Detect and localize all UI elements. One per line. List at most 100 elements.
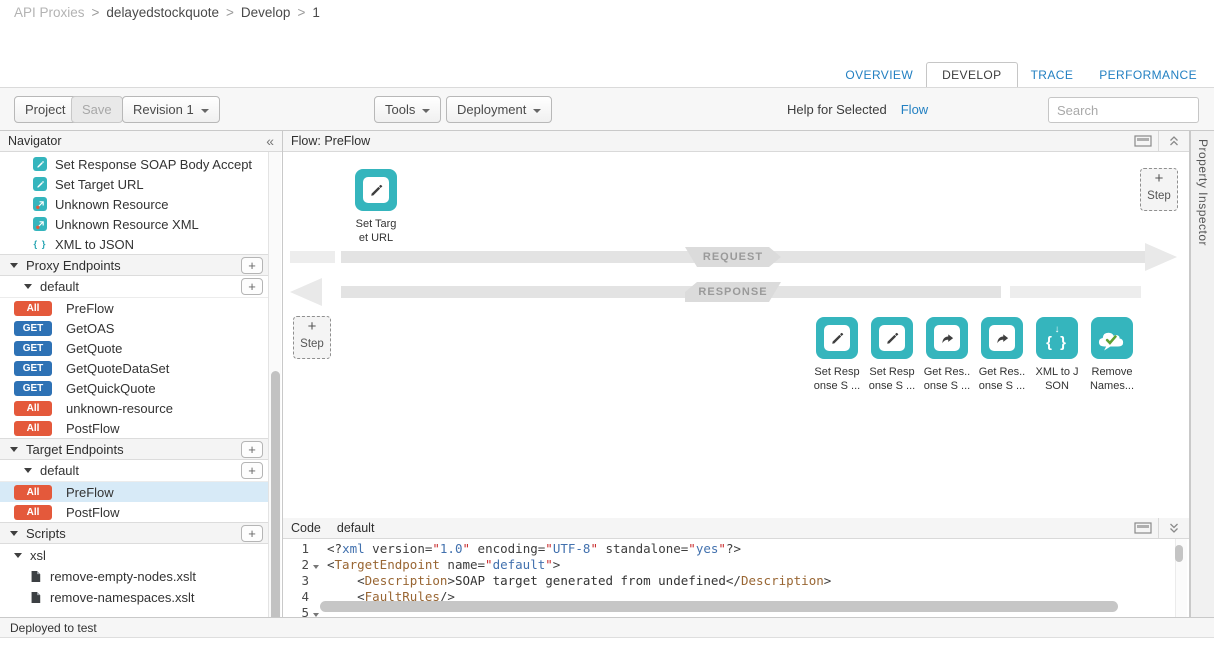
- revision-menu-button[interactable]: Revision 1: [122, 96, 220, 123]
- navigator-header: Navigator «: [0, 131, 282, 152]
- flow-item-getoas[interactable]: GETGetOAS: [0, 318, 269, 338]
- split-view-icon[interactable]: [1128, 518, 1158, 538]
- disclosure-triangle-icon[interactable]: [24, 468, 32, 473]
- code-fold-icon[interactable]: [313, 565, 319, 569]
- split-view-icon[interactable]: [1128, 131, 1158, 151]
- method-badge: GET: [14, 341, 52, 356]
- policy-step-xmltojson[interactable]: ↓{ }XML to JSON: [1027, 317, 1087, 393]
- deployment-label: Deployment: [457, 102, 526, 117]
- breadcrumb-item[interactable]: 1: [312, 5, 320, 20]
- code-vertical-scrollbar[interactable]: [1175, 539, 1187, 617]
- target-endpoints-group[interactable]: default+: [0, 460, 269, 482]
- breadcrumb-separator: >: [226, 5, 234, 20]
- add-flow-button[interactable]: +: [241, 462, 263, 479]
- xmljson-icon[interactable]: ↓{ }: [1036, 317, 1078, 359]
- navigator-policy-item[interactable]: Unknown Resource: [0, 194, 269, 214]
- section-target-endpoints[interactable]: Target Endpoints+: [0, 438, 269, 460]
- policy-step-setresponses[interactable]: Set Response S ...: [807, 317, 867, 393]
- navigator-policy-item[interactable]: Set Response SOAP Body Accept: [0, 154, 269, 174]
- help-flow-link[interactable]: Flow: [901, 102, 928, 117]
- forward-icon[interactable]: [926, 317, 968, 359]
- breadcrumb-item[interactable]: Develop: [241, 5, 291, 20]
- policy-step-removenames[interactable]: RemoveNames...: [1082, 317, 1142, 393]
- policy-step-settargeturl[interactable]: Set Target URL: [346, 169, 406, 245]
- tab-bar: OVERVIEWDEVELOPTRACEPERFORMANCE: [832, 62, 1210, 88]
- navigator-scrollbar[interactable]: [268, 152, 281, 617]
- flow-item-postflow[interactable]: AllPostFlow: [0, 418, 269, 438]
- request-track-start: [290, 251, 335, 263]
- disclosure-triangle-icon[interactable]: [10, 531, 18, 536]
- save-button[interactable]: Save: [71, 96, 123, 123]
- scrollbar-thumb[interactable]: [320, 601, 1118, 612]
- tools-menu-button[interactable]: Tools: [374, 96, 441, 123]
- add-proxy-endpoints-button[interactable]: +: [241, 257, 263, 274]
- toolbar: Project Save Revision 1 Tools Deployment…: [0, 87, 1214, 131]
- navigator-policy-item[interactable]: Set Target URL: [0, 174, 269, 194]
- policy-step-setresponses[interactable]: Set Response S ...: [862, 317, 922, 393]
- code-file-tab[interactable]: default: [321, 521, 375, 535]
- scripts-group-xsl[interactable]: xsl: [0, 544, 269, 566]
- flow-panel: Flow: PreFlow REQUEST RESPONSE +: [283, 131, 1190, 617]
- tools-label: Tools: [385, 102, 415, 117]
- flow-item-preflow[interactable]: AllPreFlow: [0, 298, 269, 318]
- flow-item-postflow[interactable]: AllPostFlow: [0, 502, 269, 522]
- breadcrumb-root[interactable]: API Proxies: [14, 5, 85, 20]
- code-horizontal-scrollbar[interactable]: [320, 601, 1134, 612]
- disclosure-triangle-icon[interactable]: [24, 284, 32, 289]
- navigator-policy-item[interactable]: Unknown Resource XML: [0, 214, 269, 234]
- tab-develop[interactable]: DEVELOP: [926, 62, 1018, 88]
- add-step-button-request[interactable]: + Step: [1140, 168, 1178, 211]
- tab-overview[interactable]: OVERVIEW: [832, 63, 926, 88]
- method-badge: GET: [14, 361, 52, 376]
- script-file-item[interactable]: remove-namespaces.xslt: [0, 587, 269, 608]
- code-panel-title: Code: [283, 521, 321, 535]
- disclosure-triangle-icon[interactable]: [10, 263, 18, 268]
- chevron-down-icon: [422, 109, 430, 113]
- deployment-menu-button[interactable]: Deployment: [446, 96, 552, 123]
- breadcrumb: API Proxies>delayedstockquote>Develop>1: [14, 5, 320, 20]
- disclosure-triangle-icon[interactable]: [14, 553, 22, 558]
- revision-label: Revision 1: [133, 102, 194, 117]
- search-input[interactable]: [1048, 97, 1199, 123]
- pencil-icon[interactable]: [355, 169, 397, 211]
- response-ribbon: RESPONSE: [685, 282, 781, 302]
- pencil-icon[interactable]: [871, 317, 913, 359]
- plus-icon: +: [1141, 169, 1177, 189]
- flow-item-getquickquote[interactable]: GETGetQuickQuote: [0, 378, 269, 398]
- project-menu-label: Project: [25, 102, 65, 117]
- flow-title: Flow: PreFlow: [283, 134, 370, 148]
- tab-trace[interactable]: TRACE: [1018, 63, 1087, 88]
- scrollbar-thumb[interactable]: [271, 371, 280, 631]
- section-scripts[interactable]: Scripts+: [0, 522, 269, 544]
- code-editor[interactable]: 12345 <?xml version="1.0" encoding="UTF-…: [283, 539, 1189, 617]
- section-proxy-endpoints[interactable]: Proxy Endpoints+: [0, 254, 269, 276]
- policy-step-getresonses[interactable]: Get Res..onse S ...: [972, 317, 1032, 393]
- collapse-navigator-icon[interactable]: «: [266, 133, 274, 149]
- add-script-button[interactable]: +: [241, 525, 263, 542]
- collapse-down-icon[interactable]: [1159, 518, 1189, 538]
- pencil-icon[interactable]: [816, 317, 858, 359]
- flow-canvas[interactable]: REQUEST RESPONSE + Step + Step Set Targe…: [283, 152, 1189, 518]
- add-target-endpoints-button[interactable]: +: [241, 441, 263, 458]
- breadcrumb-item[interactable]: delayedstockquote: [106, 5, 219, 20]
- cloudcheck-icon[interactable]: [1091, 317, 1133, 359]
- collapse-up-icon[interactable]: [1159, 131, 1189, 151]
- add-step-button-response[interactable]: + Step: [293, 316, 331, 359]
- add-flow-button[interactable]: +: [241, 278, 263, 295]
- flow-item-getquotedataset[interactable]: GETGetQuoteDataSet: [0, 358, 269, 378]
- navigator-policy-item[interactable]: { }XML to JSON: [0, 234, 269, 254]
- flow-item-getquote[interactable]: GETGetQuote: [0, 338, 269, 358]
- script-file-item[interactable]: remove-empty-nodes.xslt: [0, 566, 269, 587]
- property-inspector-strip[interactable]: Property Inspector: [1190, 131, 1214, 617]
- scrollbar-thumb[interactable]: [1175, 545, 1183, 562]
- disclosure-triangle-icon[interactable]: [10, 447, 18, 452]
- deployment-status: Deployed to test: [10, 621, 97, 635]
- proxy-endpoints-group[interactable]: default+: [0, 276, 269, 298]
- tab-performance[interactable]: PERFORMANCE: [1086, 63, 1210, 88]
- fault-icon: [33, 217, 47, 231]
- forward-icon[interactable]: [981, 317, 1023, 359]
- policy-step-getresonses[interactable]: Get Res..onse S ...: [917, 317, 977, 393]
- flow-item-preflow[interactable]: AllPreFlow: [0, 482, 269, 502]
- fault-icon: [33, 197, 47, 211]
- flow-item-unknown-resource[interactable]: Allunknown-resource: [0, 398, 269, 418]
